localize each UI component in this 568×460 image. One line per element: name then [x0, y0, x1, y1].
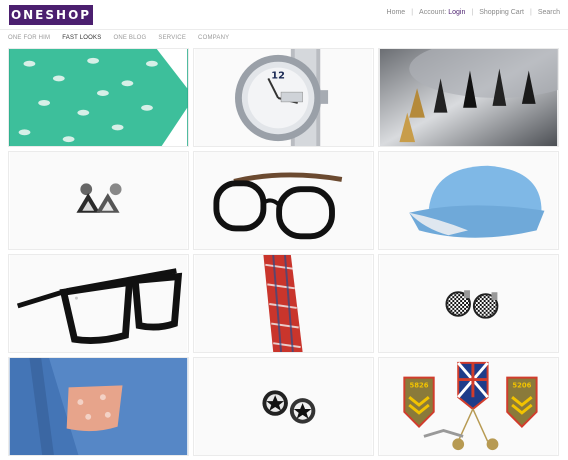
- oneshop-logo[interactable]: ONESHOP: [9, 5, 93, 25]
- subnav-service[interactable]: SERVICE: [158, 35, 186, 41]
- product-tile-watch[interactable]: 12: [193, 48, 374, 147]
- nav-separator: |: [411, 9, 414, 16]
- watch-icon: 12: [194, 49, 373, 146]
- earring-icon: [379, 255, 558, 352]
- product-tile-star-earrings[interactable]: [193, 357, 374, 456]
- product-grid: 12 5826 5206: [8, 48, 560, 456]
- nav-login-link[interactable]: Login: [448, 9, 465, 16]
- earring-icon: [9, 152, 188, 249]
- subnav-fast-looks[interactable]: FAST LOOKS: [62, 35, 101, 41]
- product-tile-checkered-earrings[interactable]: [378, 254, 559, 353]
- product-tile-blue-cap[interactable]: [378, 151, 559, 250]
- subnav-one-for-him[interactable]: ONE FOR HIM: [8, 35, 50, 41]
- product-tile-blazer[interactable]: [8, 357, 189, 456]
- nav-separator: |: [471, 9, 474, 16]
- subnav-company[interactable]: COMPANY: [198, 35, 229, 41]
- badge-left-number: 5826: [409, 381, 428, 389]
- blazer-icon: [9, 358, 188, 455]
- nav-separator: |: [529, 9, 532, 16]
- product-tile-teal-tie[interactable]: [8, 48, 189, 147]
- nav-home-link[interactable]: Home: [387, 9, 406, 16]
- product-tile-plaid-tie[interactable]: [193, 254, 374, 353]
- category-navigation: ONE FOR HIM FAST LOOKS ONE BLOG SERVICE …: [8, 35, 241, 41]
- account-label: Account:: [419, 9, 447, 16]
- product-tile-spikes[interactable]: [378, 48, 559, 147]
- badge-icon: 5826 5206: [379, 358, 558, 455]
- product-tile-triangle-earrings[interactable]: [8, 151, 189, 250]
- subnav-one-blog[interactable]: ONE BLOG: [113, 35, 146, 41]
- top-navigation: Home | Account: Login | Shopping Cart | …: [387, 9, 560, 16]
- nav-search-link[interactable]: Search: [538, 9, 560, 16]
- svg-text:12: 12: [271, 70, 285, 81]
- nav-cart-link[interactable]: Shopping Cart: [479, 9, 524, 16]
- product-tile-military-badges[interactable]: 5826 5206: [378, 357, 559, 456]
- header: ONESHOP Home | Account: Login | Shopping…: [0, 0, 568, 30]
- product-tile-wayfarer-glasses[interactable]: [8, 254, 189, 353]
- earring-icon: [194, 358, 373, 455]
- tie-icon: [9, 49, 188, 146]
- badge-right-number: 5206: [512, 381, 531, 389]
- tie-icon: [194, 255, 373, 352]
- glasses-icon: [194, 152, 373, 249]
- glasses-icon: [9, 255, 188, 352]
- spike-icon: [379, 49, 558, 146]
- header-divider: [0, 29, 568, 30]
- product-tile-round-glasses[interactable]: [193, 151, 374, 250]
- cap-icon: [379, 152, 558, 249]
